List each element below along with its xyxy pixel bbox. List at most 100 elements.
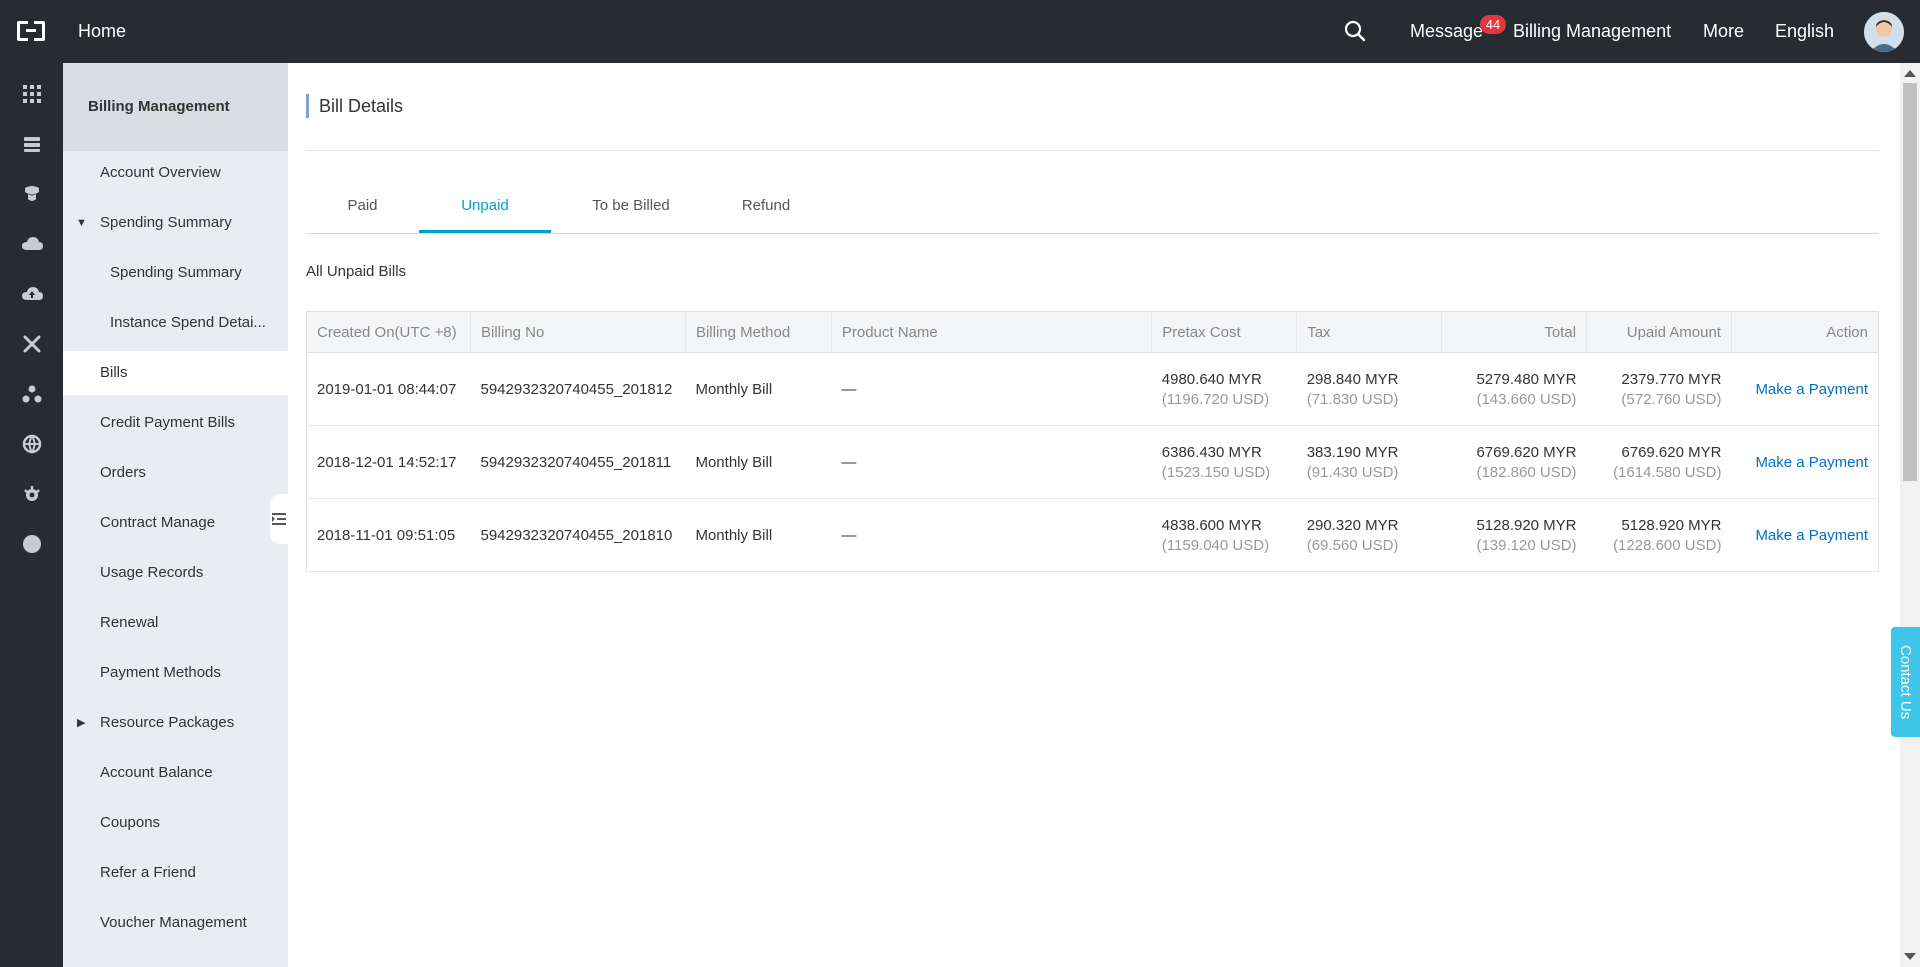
column-header-total[interactable]: Total <box>1441 311 1588 353</box>
billing-management-link[interactable]: Billing Management <box>1513 0 1671 63</box>
database-icon[interactable] <box>19 181 45 207</box>
column-header-unpaid-amount[interactable]: Upaid Amount <box>1586 311 1732 353</box>
cell-pretax-cost: 4838.600 MYR (1159.040 USD) <box>1151 498 1297 572</box>
cell-product-name: — <box>831 352 1152 426</box>
total-usd: (182.860 USD) <box>1476 463 1577 481</box>
contact-us-button[interactable]: Contact Us <box>1891 627 1920 737</box>
column-header-created-on[interactable]: Created On(UTC +8) <box>306 311 471 353</box>
sidebar-item-resource-packages[interactable]: ▶ Resource Packages <box>63 701 288 745</box>
tab-unpaid[interactable]: Unpaid <box>419 179 551 233</box>
cell-billing-no: 5942932320740455_201812 <box>470 352 686 426</box>
caret-down-icon: ▼ <box>76 217 87 229</box>
gear-icon[interactable] <box>19 481 45 507</box>
sidebar-item-credit-payment-bills[interactable]: Credit Payment Bills <box>63 401 288 445</box>
sidebar-item-spending-summary-group[interactable]: ▼ Spending Summary <box>63 201 288 245</box>
sidebar-item-coupons[interactable]: Coupons <box>63 801 288 845</box>
sidebar-item-bills[interactable]: Bills <box>63 351 288 395</box>
scroll-up-icon[interactable] <box>1904 70 1916 77</box>
sidebar-item-label: Spending Summary <box>100 214 232 231</box>
sidebar-item-instance-spend-details[interactable]: Instance Spend Detai... <box>63 301 288 345</box>
sidebar: Billing Management Account Overview ▼ Sp… <box>63 63 288 967</box>
cloud-icon[interactable] <box>19 231 45 257</box>
cell-total: 6769.620 MYR (182.860 USD) <box>1441 425 1587 499</box>
tax-myr: 383.190 MYR <box>1306 443 1399 461</box>
sidebar-item-label: Resource Packages <box>100 714 235 731</box>
column-header-pretax-cost[interactable]: Pretax Cost <box>1151 311 1298 353</box>
tab-refund[interactable]: Refund <box>711 179 821 233</box>
sidebar-item-account-balance[interactable]: Account Balance <box>63 751 288 795</box>
bills-table: Created On(UTC +8) Billing No Billing Me… <box>306 311 1879 572</box>
sidebar-item-refer-a-friend[interactable]: Refer a Friend <box>63 851 288 895</box>
cell-created-on: 2019-01-01 08:44:07 <box>306 352 471 426</box>
tax-usd: (91.430 USD) <box>1306 463 1399 481</box>
cell-unpaid-amount: 2379.770 MYR (572.760 USD) <box>1586 352 1732 426</box>
sidebar-item-voucher-management[interactable]: Voucher Management <box>63 901 288 945</box>
column-header-action: Action <box>1731 311 1879 353</box>
sidebar-item-usage-records[interactable]: Usage Records <box>63 551 288 595</box>
logo-icon[interactable] <box>15 18 47 44</box>
cell-tax: 383.190 MYR (91.430 USD) <box>1296 425 1442 499</box>
language-selector[interactable]: English <box>1775 0 1834 63</box>
scroll-down-icon[interactable] <box>1904 953 1916 960</box>
tax-myr: 298.840 MYR <box>1306 370 1399 388</box>
cell-action: Make a Payment <box>1731 498 1879 572</box>
total-myr: 6769.620 MYR <box>1476 443 1577 461</box>
more-menu[interactable]: More <box>1703 0 1744 63</box>
table-row: 2018-12-01 14:52:17 5942932320740455_201… <box>306 425 1879 499</box>
caret-right-icon: ▶ <box>77 717 86 729</box>
sidebar-item-payment-methods[interactable]: Payment Methods <box>63 651 288 695</box>
grid-icon[interactable] <box>19 81 45 107</box>
home-link[interactable]: Home <box>78 0 126 63</box>
cell-billing-method: Monthly Bill <box>685 352 832 426</box>
pretax-myr: 4980.640 MYR <box>1161 370 1262 388</box>
globe-icon[interactable] <box>19 431 45 457</box>
sidebar-collapse-toggle[interactable] <box>270 494 288 544</box>
cell-billing-method: Monthly Bill <box>685 425 832 499</box>
column-header-tax[interactable]: Tax <box>1296 311 1443 353</box>
search-icon[interactable] <box>1342 18 1368 44</box>
product-icon-rail <box>0 63 63 967</box>
unpaid-myr: 2379.770 MYR <box>1621 370 1722 388</box>
divider <box>306 150 1879 151</box>
section-subtitle: All Unpaid Bills <box>306 263 407 280</box>
cell-tax: 290.320 MYR (69.560 USD) <box>1296 498 1442 572</box>
user-avatar-icon <box>1864 12 1904 52</box>
unpaid-myr: 6769.620 MYR <box>1621 443 1722 461</box>
sidebar-item-contract-manage[interactable]: Contract Manage <box>63 501 288 545</box>
column-header-product-name[interactable]: Product Name <box>831 311 1153 353</box>
sidebar-item-account-overview[interactable]: Account Overview <box>63 151 288 195</box>
cell-total: 5128.920 MYR (139.120 USD) <box>1441 498 1587 572</box>
avatar[interactable] <box>1864 12 1904 52</box>
total-myr: 5279.480 MYR <box>1476 370 1577 388</box>
column-header-billing-no[interactable]: Billing No <box>470 311 686 353</box>
tax-usd: (69.560 USD) <box>1306 536 1399 554</box>
tools-icon[interactable] <box>19 331 45 357</box>
make-payment-link[interactable]: Make a Payment <box>1755 527 1868 544</box>
cell-product-name: — <box>831 498 1152 572</box>
cell-billing-method: Monthly Bill <box>685 498 832 572</box>
make-payment-link[interactable]: Make a Payment <box>1755 381 1868 398</box>
scrollbar-thumb[interactable] <box>1903 83 1917 481</box>
bill-tabs: Paid Unpaid To be Billed Refund <box>306 179 1879 292</box>
circle-icon[interactable] <box>19 531 45 557</box>
column-header-billing-method[interactable]: Billing Method <box>685 311 832 353</box>
tab-to-be-billed[interactable]: To be Billed <box>551 179 711 233</box>
pretax-usd: (1523.150 USD) <box>1161 463 1271 481</box>
page-scrollbar[interactable] <box>1900 63 1920 967</box>
cell-pretax-cost: 4980.640 MYR (1196.720 USD) <box>1151 352 1297 426</box>
unpaid-usd: (1228.600 USD) <box>1613 536 1722 554</box>
cell-tax: 298.840 MYR (71.830 USD) <box>1296 352 1442 426</box>
server-icon[interactable] <box>19 131 45 157</box>
tab-paid[interactable]: Paid <box>306 179 419 233</box>
cell-billing-no: 5942932320740455_201810 <box>470 498 686 572</box>
message-link[interactable]: Message <box>1410 0 1483 63</box>
sidebar-item-spending-summary[interactable]: Spending Summary <box>63 251 288 295</box>
network-icon[interactable] <box>19 381 45 407</box>
sidebar-item-renewal[interactable]: Renewal <box>63 601 288 645</box>
cloud-upload-icon[interactable] <box>19 281 45 307</box>
main-content: Bill Details Paid Unpaid To be Billed Re… <box>288 63 1900 967</box>
cell-created-on: 2018-12-01 14:52:17 <box>306 425 471 499</box>
sidebar-item-orders[interactable]: Orders <box>63 451 288 495</box>
make-payment-link[interactable]: Make a Payment <box>1755 454 1868 471</box>
table-row: 2019-01-01 08:44:07 5942932320740455_201… <box>306 352 1879 426</box>
